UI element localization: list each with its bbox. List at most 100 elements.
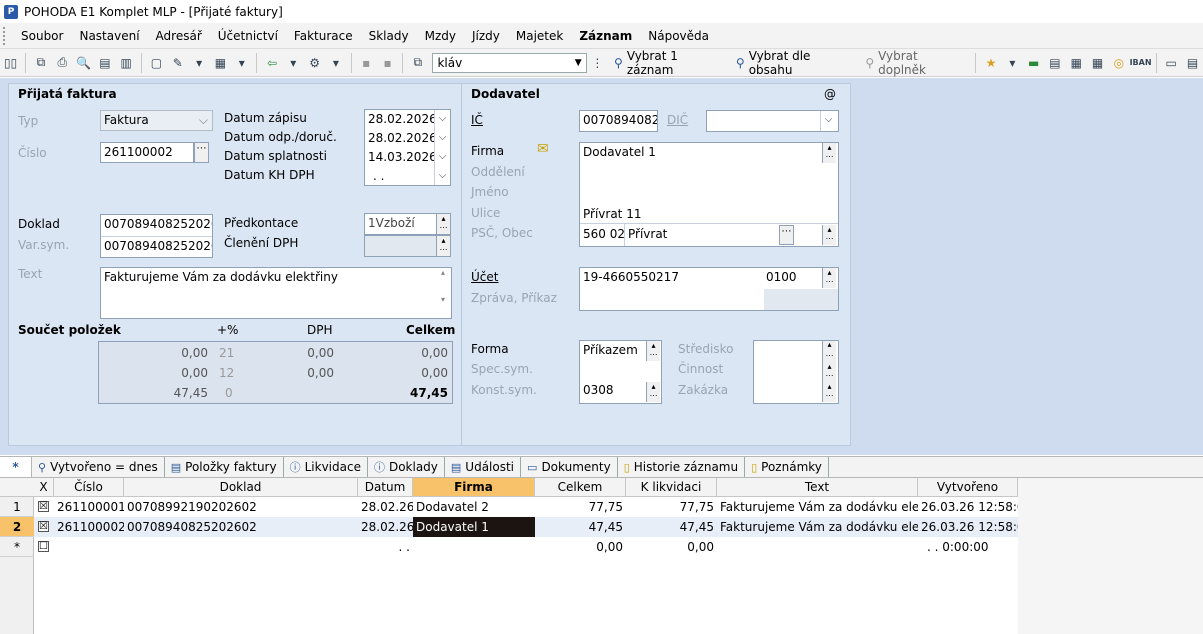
order-spin[interactable]: ▴ ⋯ — [822, 382, 836, 402]
date-entry-input[interactable]: 28.02.2026 — [368, 112, 437, 126]
menu-ucetnictvi[interactable]: Účetnictví — [210, 29, 286, 43]
activity-spin[interactable]: ▴ ⋯ — [822, 362, 836, 382]
konstsym-input[interactable]: 0308 — [583, 383, 614, 397]
settings-icon[interactable]: ⚙ — [306, 54, 323, 72]
preview-icon[interactable]: 🔍 — [75, 54, 92, 72]
vat-split-spin[interactable]: ▴ ⋯ — [436, 236, 450, 256]
col-header-celkem[interactable]: Celkem — [535, 478, 626, 497]
account-label[interactable]: Účet — [471, 270, 498, 284]
table-icon[interactable]: ▦ — [1068, 54, 1085, 72]
chevron-down-icon[interactable]: ⌵ — [434, 167, 450, 185]
agenda-icon[interactable]: ▯▯ — [2, 54, 19, 72]
ic-label[interactable]: IČ — [471, 113, 483, 127]
filter-list-icon[interactable]: ⋮ — [589, 54, 606, 72]
number-input[interactable]: 261100002 — [100, 142, 194, 163]
row-number-2[interactable]: 2 — [0, 517, 34, 537]
row-number-1[interactable]: 1 — [0, 497, 34, 517]
tab-liquidation[interactable]: ⓘ Likvidace — [284, 457, 368, 477]
chevron-down-icon[interactable]: ▾ — [327, 54, 344, 72]
chevron-down-icon[interactable]: ⌵ — [434, 110, 450, 129]
precont-spin[interactable]: ▴ ⋯ — [436, 214, 450, 234]
select-one-record-button[interactable]: ⚲ Vybrat 1 záznam — [614, 49, 724, 77]
dic-label[interactable]: DIČ — [667, 113, 688, 127]
form-input[interactable]: Příkazem — [583, 343, 638, 357]
select-by-content-button[interactable]: ⚲ Vybrat dle obsahu — [736, 49, 853, 77]
menu-nastaveni[interactable]: Nastavení — [71, 29, 147, 43]
money-icon[interactable]: ▬ — [1025, 54, 1042, 72]
duplicate-icon[interactable]: ⧉ — [409, 54, 426, 72]
message-input[interactable] — [580, 289, 764, 310]
tab-documents-link[interactable]: ⓘ Doklady — [368, 457, 445, 477]
table-row-new[interactable]: ☐ . . 0,00 0,00 . . 0:00:00 — [34, 537, 1018, 557]
back-arrow-icon[interactable]: ⇦ — [263, 54, 280, 72]
chevron-down-icon[interactable]: ⌵ — [434, 129, 450, 148]
col-header-x[interactable]: X — [34, 478, 54, 497]
calculator-icon[interactable]: ▦ — [212, 54, 229, 72]
city-more-button[interactable]: ⋯ — [779, 225, 794, 245]
save-icon[interactable]: ▪ — [358, 54, 375, 72]
tab-events[interactable]: ▤ Události — [445, 457, 522, 477]
number-more-button[interactable]: ⋯ — [194, 142, 209, 163]
ic-input[interactable]: 00708940825 — [579, 110, 658, 132]
iban-icon[interactable]: IBAN — [1130, 54, 1152, 72]
tab-created-today[interactable]: ⚲ Vytvořeno = dnes — [32, 457, 165, 477]
row-checkbox[interactable]: ☒ — [38, 521, 49, 532]
menu-fakturace[interactable]: Fakturace — [286, 29, 361, 43]
type-select[interactable]: Faktura ⌵ — [100, 110, 213, 131]
tab-invoice-items[interactable]: ▤ Položky faktury — [165, 457, 284, 477]
bank-code-input[interactable]: 0100 — [766, 270, 797, 284]
center-more[interactable]: ⋯ — [822, 352, 836, 362]
col-header-vytvoreno[interactable]: Vytvořeno — [918, 478, 1018, 497]
export-icon[interactable]: ▥ — [118, 54, 135, 72]
account-input[interactable]: 19-4660550217 — [583, 270, 679, 284]
row-number-new[interactable]: * — [0, 537, 34, 557]
firm-spin[interactable]: ▴ ⋯ — [822, 143, 836, 163]
folder-star-icon[interactable]: ★ — [982, 54, 999, 72]
tab-all[interactable]: * — [0, 457, 32, 477]
table-row[interactable]: ☒ 261100001 00708992190202602 28.02.26 D… — [34, 497, 1018, 517]
col-header-datum[interactable]: Datum — [358, 478, 413, 497]
chevron-down-icon[interactable]: ▾ — [285, 54, 302, 72]
menu-jizdy[interactable]: Jízdy — [464, 29, 508, 43]
menu-mzdy[interactable]: Mzdy — [417, 29, 464, 43]
col-header-cislo[interactable]: Číslo — [54, 478, 124, 497]
city-input[interactable]: Přívrat — [628, 227, 667, 241]
row-checkbox[interactable]: ☒ — [38, 501, 49, 512]
brush-icon[interactable]: ✎ — [169, 54, 186, 72]
chevron-down-icon[interactable]: ▾ — [190, 54, 207, 72]
chevron-down-icon[interactable]: ▾ — [1004, 54, 1021, 72]
chevron-down-icon[interactable]: ⌵ — [820, 111, 836, 131]
form-spin[interactable]: ▴ ⋯ — [646, 341, 660, 361]
chevron-down-icon[interactable]: ⌵ — [434, 148, 450, 167]
text-input[interactable]: Fakturujeme Vám za dodávku elektřiny — [100, 267, 452, 319]
menu-zaznam[interactable]: Záznam — [571, 29, 640, 43]
col-header-klikvidaci[interactable]: K likvidaci — [626, 478, 717, 497]
document-check-icon[interactable]: ▤ — [1046, 54, 1063, 72]
tab-history[interactable]: ▯ Historie záznamu — [618, 457, 746, 477]
save-all-icon[interactable]: ▪ — [379, 54, 396, 72]
tab-notes[interactable]: ▯ Poznámky — [745, 457, 829, 477]
email-at-icon[interactable]: @ — [824, 87, 836, 101]
form-view-icon[interactable]: ▤ — [1184, 54, 1201, 72]
date-due-input[interactable]: 14.03.2026 — [368, 150, 437, 164]
cell-firma-selected[interactable]: Dodavatel 1 — [413, 517, 535, 537]
table-row[interactable]: ☒ 261100002 00708940825202602 28.02.26 D… — [34, 517, 1018, 537]
col-header-firma[interactable]: Firma — [413, 478, 535, 497]
zip-input[interactable]: 560 02 — [583, 227, 625, 241]
col-header-text[interactable]: Text — [717, 478, 918, 497]
pdf-icon[interactable]: ▤ — [96, 54, 113, 72]
new-record-icon[interactable]: ▢ — [148, 54, 165, 72]
coins-icon[interactable]: ◎ — [1110, 54, 1127, 72]
print-icon[interactable]: ⎙ — [54, 54, 71, 72]
konstsym-spin[interactable]: ▴ ⋯ — [646, 382, 660, 402]
quick-search-combo[interactable]: kláv ▼ — [432, 52, 587, 73]
varsym-input[interactable]: 00708940825202602 — [104, 239, 212, 253]
date-delivery-input[interactable]: 28.02.2026 — [368, 131, 437, 145]
menu-soubor[interactable]: Soubor — [13, 29, 71, 43]
col-header-doklad[interactable]: Doklad — [124, 478, 358, 497]
copy-icon[interactable]: ⧉ — [32, 54, 49, 72]
text-scrollbar[interactable]: ▴ ▾ — [436, 268, 450, 318]
menu-napoveda[interactable]: Nápověda — [640, 29, 717, 43]
street-input[interactable]: Přívrat 11 — [583, 207, 641, 221]
menu-majetek[interactable]: Majetek — [508, 29, 571, 43]
